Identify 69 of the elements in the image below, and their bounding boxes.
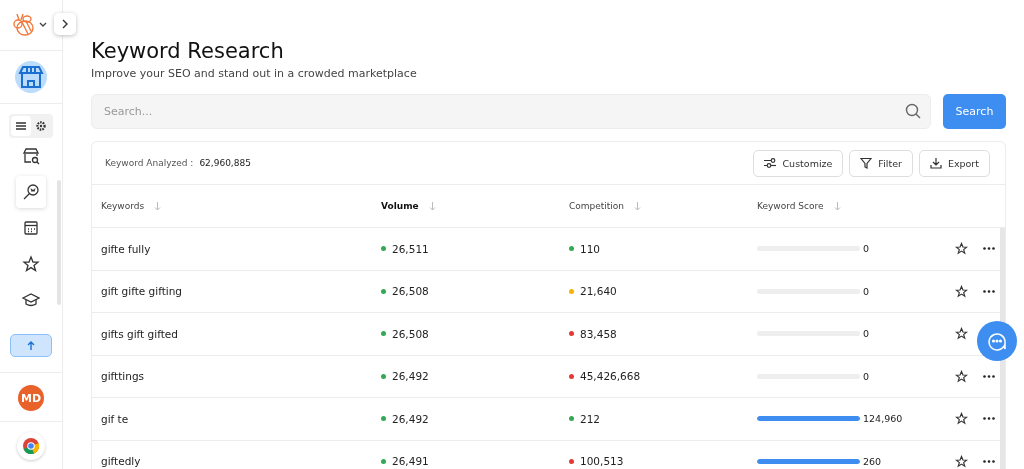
keyword-cell: gifttings — [101, 370, 145, 383]
export-button[interactable]: Export — [918, 149, 990, 177]
search-icon[interactable] — [905, 103, 921, 119]
keyword-cell: gifte fully — [101, 242, 151, 255]
analyzed-count: 62,960,885 — [199, 158, 251, 168]
list-view-button[interactable] — [11, 116, 31, 136]
calendar-icon — [22, 219, 40, 237]
star-icon[interactable] — [955, 327, 968, 341]
magnifier-icon — [22, 183, 40, 201]
filter-icon — [860, 157, 873, 169]
store-search-icon — [22, 147, 40, 165]
more-options-icon[interactable] — [983, 417, 995, 421]
list-icon — [16, 122, 26, 130]
column-header[interactable]: Competition — [569, 201, 625, 211]
chat-icon — [987, 331, 1007, 351]
chat-button[interactable] — [977, 321, 1017, 361]
keyword-cell: giftedly — [101, 455, 141, 468]
sliders-icon — [764, 157, 777, 169]
competition-cell: 21,640 — [580, 285, 617, 298]
more-options-icon[interactable] — [983, 459, 995, 463]
scroll-up-button[interactable] — [10, 334, 52, 357]
page-subtitle: Improve your SEO and stand out in a crowded marketplace — [91, 67, 418, 80]
search-field[interactable]: Search... — [91, 94, 931, 129]
score-value: 0 — [863, 285, 870, 297]
star-icon[interactable] — [955, 369, 968, 383]
score-value: 0 — [863, 370, 870, 382]
competition-cell: 45,426,668 — [580, 370, 641, 383]
customize-button[interactable]: Customize — [753, 149, 844, 177]
volume-cell: 26,491 — [392, 455, 429, 468]
more-options-icon[interactable] — [983, 374, 995, 378]
star-icon[interactable] — [955, 412, 968, 426]
competition-cell: 83,458 — [580, 327, 617, 340]
star-icon[interactable] — [955, 284, 968, 298]
competition-cell: 110 — [580, 242, 601, 255]
more-options-icon[interactable] — [983, 289, 995, 293]
gear-icon — [36, 121, 46, 131]
browser-logo-icon[interactable] — [17, 432, 45, 460]
score-value: 0 — [863, 328, 870, 340]
arrow-up-icon — [27, 341, 35, 350]
star-icon[interactable] — [955, 242, 968, 256]
star-icon[interactable] — [955, 454, 968, 468]
volume-cell: 26,492 — [392, 370, 429, 383]
keyword-cell: gif te — [101, 412, 129, 425]
keyword-search-nav[interactable] — [16, 176, 46, 208]
score-value: 0 — [863, 243, 870, 255]
column-header[interactable]: Volume — [381, 201, 419, 211]
analyzed-label: Keyword Analyzed : — [105, 158, 194, 168]
page-title: Keyword Research — [91, 38, 285, 65]
competition-cell: 212 — [580, 412, 601, 425]
keyword-cell: gifts gift gifted — [101, 327, 178, 340]
column-header[interactable]: Keyword Score — [757, 201, 824, 211]
graduation-cap-icon — [22, 291, 40, 309]
download-icon — [929, 157, 942, 169]
expand-button[interactable] — [54, 13, 76, 35]
volume-cell: 26,511 — [392, 242, 429, 255]
column-header[interactable]: Keywords — [101, 201, 145, 211]
filter-button[interactable]: Filter — [849, 149, 913, 177]
store-icon[interactable] — [15, 61, 47, 93]
volume-cell: 26,508 — [392, 327, 429, 340]
score-value: 260 — [863, 455, 882, 467]
score-value: 124,960 — [863, 413, 903, 425]
chevron-right-icon — [62, 19, 68, 29]
star-icon — [22, 255, 40, 273]
chevron-down-icon[interactable] — [39, 22, 47, 28]
keyword-cell: gift gifte gifting — [101, 285, 182, 298]
volume-cell: 26,492 — [392, 412, 429, 425]
competition-cell: 100,513 — [580, 455, 624, 468]
more-options-icon[interactable] — [983, 247, 995, 251]
volume-cell: 26,508 — [392, 285, 429, 298]
